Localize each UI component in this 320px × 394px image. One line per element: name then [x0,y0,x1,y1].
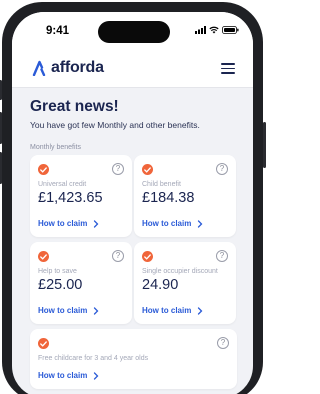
benefit-label: Universal credit [38,181,87,188]
how-to-claim-label: How to claim [142,306,192,315]
benefit-card[interactable]: ? Universal credit £1,423.65 How to clai… [30,155,132,237]
how-to-claim-label: How to claim [38,371,88,380]
phone-side-button [0,80,2,100]
chevron-right-icon [94,306,99,315]
benefit-label: Free childcare for 3 and 4 year olds [38,355,149,362]
benefit-amount: £184.38 [142,190,195,206]
phone-volume-down [0,152,2,184]
how-to-claim-label: How to claim [142,219,192,228]
chevron-right-icon [94,371,99,380]
status-bar: 9:41 [12,12,253,50]
benefit-card[interactable]: ? Child benefit £184.38 How to claim [134,155,236,237]
check-icon [38,164,49,175]
how-to-claim-link[interactable]: How to claim [142,219,203,228]
intro: Great news! You have got few Monthly and… [30,98,240,151]
how-to-claim-link[interactable]: How to claim [38,371,99,380]
phone-power-button [263,122,266,168]
benefit-label: Help to save [38,268,77,275]
chevron-right-icon [94,219,99,228]
benefit-amount: £25.00 [38,277,83,293]
logo-text: afforda [51,59,104,76]
check-icon [142,251,153,262]
help-icon[interactable]: ? [112,163,124,175]
menu-button[interactable] [221,63,235,75]
status-icons [195,26,239,34]
help-icon[interactable]: ? [217,337,229,349]
page-title: Great news! [30,98,119,115]
menu-icon [221,63,235,65]
menu-icon-line [221,72,235,74]
app-header: afforda [12,50,253,88]
how-to-claim-link[interactable]: How to claim [38,219,99,228]
check-icon [38,251,49,262]
logo[interactable]: afforda [32,59,104,77]
check-icon [38,338,49,349]
logo-mark-icon [32,60,46,76]
how-to-claim-link[interactable]: How to claim [38,306,99,315]
benefit-label: Single occupier discount [142,268,218,275]
help-icon[interactable]: ? [216,163,228,175]
benefit-card[interactable]: ? Help to save £25.00 How to claim [30,242,132,324]
check-icon [142,164,153,175]
battery-icon [222,26,239,34]
menu-icon-line [221,67,235,69]
benefit-amount: £1,423.65 [38,190,103,206]
benefit-label: Child benefit [142,181,181,188]
benefit-card[interactable]: ? Free childcare for 3 and 4 year olds H… [30,329,237,389]
benefit-card[interactable]: ? Single occupier discount 24.90 How to … [134,242,236,324]
section-label: Monthly benefits [30,144,81,151]
chevron-right-icon [198,219,203,228]
page-subtitle: You have got few Monthly and other benef… [30,120,200,130]
benefit-amount: 24.90 [142,277,179,293]
status-time: 9:41 [46,25,70,37]
signal-icon [195,26,206,34]
dynamic-island [98,21,170,43]
chevron-right-icon [198,306,203,315]
help-icon[interactable]: ? [216,250,228,262]
help-icon[interactable]: ? [112,250,124,262]
phone-volume-up [0,112,2,144]
how-to-claim-label: How to claim [38,306,88,315]
wifi-icon [209,26,219,34]
how-to-claim-link[interactable]: How to claim [142,306,203,315]
how-to-claim-label: How to claim [38,219,88,228]
